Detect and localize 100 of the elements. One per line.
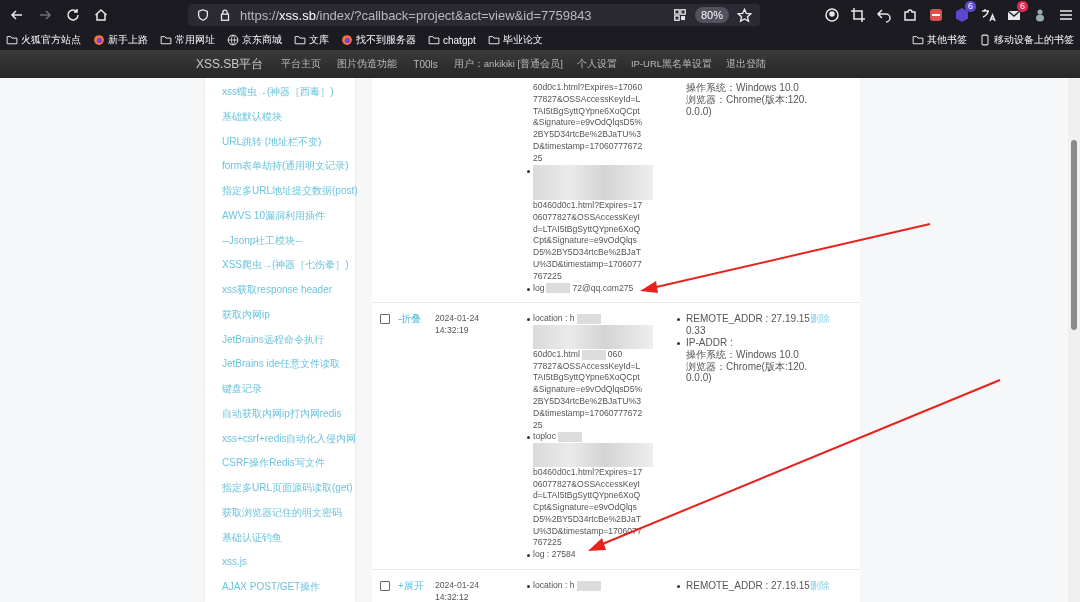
zoom-level[interactable]: 80% [694, 7, 729, 23]
log-text: log [533, 282, 545, 295]
module-link[interactable]: --Jsonp社工模块-- [205, 233, 355, 259]
crop-icon[interactable] [850, 7, 866, 23]
delete-link[interactable]: 删除 [810, 313, 830, 325]
module-link[interactable]: xss蠕虫→(神器［西毒］) [205, 85, 355, 110]
module-link[interactable]: CSRF操作Redis写文件 [205, 456, 355, 481]
site-brand[interactable]: XSS.SB平台 [196, 55, 264, 73]
module-link[interactable]: xss+csrf+redis自动化入侵内网 [205, 431, 355, 457]
address-bar[interactable]: https://xss.sb/index/?callback=project&act=view&id=7759843 80% [188, 4, 760, 26]
log-text: location : h [533, 313, 575, 326]
scrollbar[interactable] [1068, 78, 1080, 602]
log-text: 2BY5D34rtcBe%2BJaTU%3 [533, 395, 642, 408]
module-link[interactable]: 自动获取内网ip打内网redis [205, 406, 355, 432]
log-text: 767225 [533, 270, 563, 283]
bookmark[interactable]: 文库 [294, 33, 329, 47]
log-text: 77827&OSSAccessKeyId=L [533, 360, 642, 373]
mobile-icon [979, 34, 991, 46]
row-checkbox[interactable] [380, 314, 390, 325]
bookmark[interactable]: 找不到服务器 [341, 33, 416, 47]
bookmark[interactable]: chatgpt [428, 34, 476, 46]
time-text: 14:32:19 [435, 325, 470, 337]
module-link[interactable]: JetBrains远程命令执行 [205, 332, 355, 358]
log-text: 77827&OSSAccessKeyId=L [533, 93, 642, 106]
account-icon[interactable] [824, 7, 840, 23]
bookmark[interactable]: 其他书签 [912, 33, 967, 47]
nav-link[interactable]: T00ls [413, 58, 438, 70]
bookmark[interactable]: 新手上路 [93, 33, 148, 47]
nav-link[interactable]: 退出登陆 [726, 57, 767, 71]
nav-link[interactable]: 平台主页 [281, 57, 322, 71]
log-text: location : h [533, 580, 575, 592]
log-text: Cpt&Signature=e9vOdQlqs [533, 502, 638, 514]
translate-icon[interactable] [980, 7, 996, 23]
log-text: d=LTAI5tBgSyttQYpne6XoQ [533, 223, 642, 236]
globe-icon [227, 34, 239, 46]
log-text: 25 [533, 152, 544, 165]
module-link[interactable]: URL跳转 (地址栏不变) [205, 134, 355, 160]
log-text: 767225 [533, 537, 563, 550]
log-text: 60d0c1.html [533, 348, 580, 361]
module-link[interactable]: 基础默认模块 [205, 109, 355, 135]
module-link[interactable]: JetBrains ide任意文件读取 [205, 357, 355, 382]
date-text: 2024-01-24 [435, 580, 480, 592]
log-text: D5%2BY5D34rtcBe%2BJaT [533, 513, 642, 526]
qr-code-icon[interactable] [672, 8, 687, 22]
firefox-icon [93, 34, 105, 46]
menu-icon[interactable] [1058, 7, 1074, 23]
module-link[interactable]: xss获取response header [205, 283, 355, 308]
module-link[interactable]: 键盘记录 [205, 382, 355, 407]
module-link[interactable]: xss.js [205, 555, 355, 580]
redaction-blur [546, 283, 571, 294]
log-text: Cpt&Signature=e9vOdQlqs [533, 235, 638, 248]
delete-link[interactable]: 删除 [810, 580, 830, 592]
log-text: 2BY5D34rtcBe%2BJaTU%3 [533, 129, 642, 141]
module-link[interactable]: AJAX POST/GET操作 [205, 580, 355, 602]
log-text: d=LTAI5tBgSyttQYpne6XoQ [533, 490, 642, 503]
folder-icon [487, 34, 500, 46]
bookmark[interactable]: 移动设备上的书签 [979, 33, 1074, 47]
folder-icon [428, 34, 440, 46]
module-link[interactable]: 指定多URL页面源码读取(get) [205, 481, 355, 506]
module-link[interactable]: 指定多URL地址提交数据(post) [205, 184, 355, 209]
bookmark[interactable]: 毕业论文 [487, 33, 543, 47]
module-link[interactable]: XSS爬虫→(神器［七伤拳］) [205, 258, 355, 283]
undo-icon[interactable] [876, 7, 892, 23]
client-info-text: 0.0.0) [686, 372, 713, 385]
module-link[interactable]: 基础认证钓鱼 [205, 530, 355, 556]
redaction-blur [576, 580, 601, 591]
lock-icon[interactable] [218, 8, 232, 22]
firefox-icon [341, 34, 353, 46]
log-text: b0460d0c1.html?Expires=17 [533, 199, 644, 212]
module-link[interactable]: 获取浏览器记住的明文密码 [205, 505, 355, 531]
toggle-link[interactable]: -折叠 [398, 313, 422, 325]
nav-link[interactable]: 个人设置 [576, 57, 617, 71]
bookmark[interactable]: 常用网址 [160, 33, 215, 47]
client-info-text: 操作系统：Windows 10.0 [686, 82, 800, 94]
count-badge: 6 [965, 1, 976, 12]
folder-icon [160, 34, 172, 46]
nav-link[interactable]: IP-URL黑名单设置 [630, 57, 713, 71]
log-text: 06077827&OSSAccessKeyI [533, 478, 641, 491]
log-text: 72@qq.com275 [572, 282, 634, 295]
log-text: D&timestamp=17060777672 [533, 141, 644, 153]
nav-link[interactable]: 图片伪造功能 [337, 57, 398, 71]
module-link[interactable]: AWVS 10漏洞利用插件 [205, 208, 355, 234]
cube-icon[interactable] [954, 7, 970, 23]
log-text: 06077827&OSSAccessKeyI [533, 211, 641, 224]
star-icon[interactable] [737, 7, 752, 23]
bookmark[interactable]: 京东商城 [227, 33, 282, 47]
module-link[interactable]: 获取内网ip [205, 307, 355, 333]
log-text: TAI5tBgSyttQYpne6XoQCpt [533, 105, 641, 118]
bookmark[interactable]: 火狐官方站点 [6, 33, 81, 47]
row-checkbox[interactable] [380, 581, 390, 592]
client-info-text: 浏览器：Chrome(版本:120. [686, 360, 809, 373]
user-label: 用户：ankikiki [普通会员] [453, 57, 563, 71]
log-text: 25 [533, 419, 544, 432]
url-text: https://xss.sb/index/?callback=project&act=view&id=7759843 [240, 7, 593, 23]
module-link[interactable]: form表单劫持(通用明文记录) [205, 159, 355, 184]
folder-icon [294, 34, 306, 46]
log-text: TAI5tBgSyttQYpne6XoQCpt [533, 372, 641, 385]
toggle-link[interactable]: +展开 [398, 580, 424, 592]
log-text: b0460d0c1.html?Expires=17 [533, 466, 644, 479]
date-text: 2024-01-24 [435, 313, 480, 326]
